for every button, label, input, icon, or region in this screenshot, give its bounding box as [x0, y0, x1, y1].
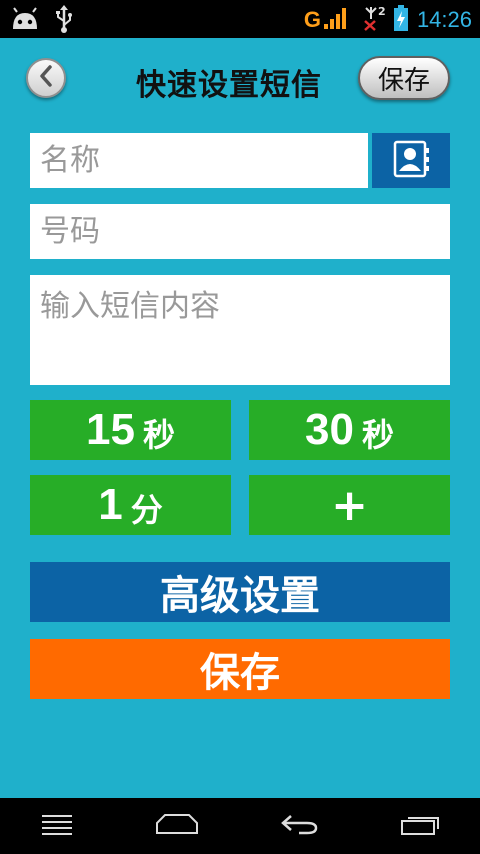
preset-1-minute-button[interactable]: 1 分	[30, 475, 231, 535]
preset-unit: 分	[130, 491, 163, 529]
advanced-settings-button[interactable]: 高级设置	[30, 562, 450, 622]
navigation-bar	[0, 798, 480, 854]
quick-sms-screen: 快速设置短信 保存 名称 号码 输入短信内容 15 秒 30 秒 1 分 + 高…	[0, 38, 480, 798]
network-type: G	[303, 7, 321, 32]
message-input[interactable]: 输入短信内容	[30, 275, 450, 385]
preset-value: 15	[86, 405, 135, 454]
page-title: 快速设置短信	[136, 68, 322, 103]
phone-number-input[interactable]: 号码	[30, 204, 450, 259]
plus-icon: +	[331, 479, 368, 531]
preset-15-seconds-button[interactable]: 15 秒	[30, 400, 231, 460]
chevron-left-icon	[37, 65, 55, 91]
menu-icon[interactable]	[40, 813, 74, 839]
preset-value: 30	[305, 405, 354, 454]
name-input[interactable]: 名称	[30, 133, 368, 188]
preset-unit: 秒	[361, 416, 394, 454]
recent-apps-icon[interactable]	[400, 812, 440, 840]
home-icon[interactable]	[155, 813, 199, 839]
preset-unit: 秒	[142, 416, 175, 454]
usb-icon	[54, 5, 74, 37]
signal-icon	[323, 6, 347, 34]
contact-picker-button[interactable]	[372, 133, 450, 188]
header-save-button[interactable]: 保存	[358, 56, 450, 100]
sim-badge: 2	[377, 5, 386, 18]
no-sim-icon: 2	[363, 5, 386, 35]
status-bar: G 2 14:26	[0, 0, 480, 38]
back-icon[interactable]	[279, 812, 319, 840]
save-button[interactable]: 保存	[30, 639, 450, 699]
preset-value: 1	[98, 480, 123, 529]
battery-icon	[393, 4, 409, 36]
preset-30-seconds-button[interactable]: 30 秒	[249, 400, 450, 460]
back-button[interactable]	[26, 58, 66, 98]
android-icon	[10, 7, 40, 35]
contact-book-icon	[391, 139, 431, 183]
add-preset-button[interactable]: +	[249, 475, 450, 535]
clock: 14:26	[416, 7, 472, 32]
